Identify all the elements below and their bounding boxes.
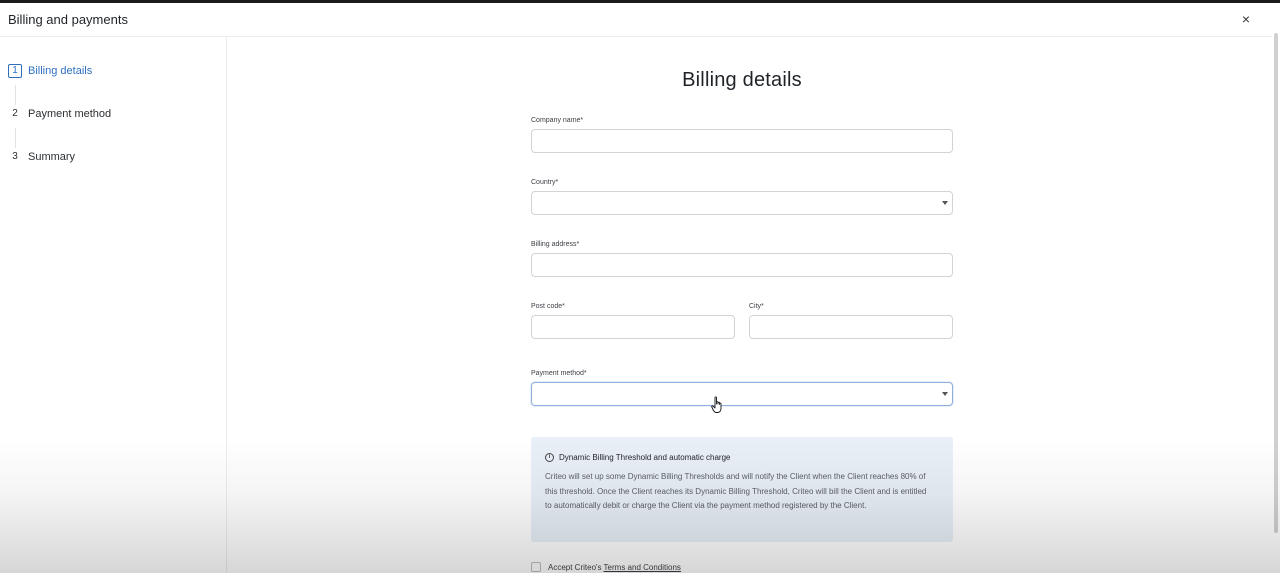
country-select[interactable] (531, 191, 953, 215)
company-name-input[interactable] (531, 129, 953, 153)
dialog-title: Billing and payments (8, 12, 128, 27)
scrollbar-thumb[interactable] (1274, 33, 1278, 533)
scrollbar[interactable] (1272, 3, 1280, 573)
company-name-label: Company name* (531, 117, 584, 124)
step-number: 1 (8, 64, 22, 78)
step-payment-method[interactable]: 2 Payment method (8, 106, 111, 122)
billing-address-input[interactable] (531, 253, 953, 277)
step-label: Billing details (28, 65, 93, 77)
post-code-input[interactable] (531, 315, 735, 339)
info-icon: i (545, 453, 554, 462)
info-title: Dynamic Billing Threshold and automatic … (559, 453, 731, 462)
city-input[interactable] (749, 315, 953, 339)
page-title: Billing details (682, 69, 802, 91)
info-header: i Dynamic Billing Threshold and automati… (545, 453, 731, 462)
close-icon[interactable]: × (1238, 11, 1254, 27)
payment-method-select[interactable] (531, 382, 953, 406)
city-label: City* (749, 303, 764, 310)
chevron-down-icon (942, 201, 948, 205)
terms-checkbox[interactable] (531, 562, 541, 572)
step-label: Summary (28, 151, 76, 163)
step-number: 3 (12, 151, 18, 162)
billing-threshold-info: i Dynamic Billing Threshold and automati… (531, 437, 953, 542)
steps-sidebar: 1 Billing details 2 Payment method 3 Sum… (0, 37, 227, 573)
country-label: Country* (531, 179, 559, 186)
billing-address-label: Billing address* (531, 241, 580, 248)
info-body: Criteo will set up some Dynamic Billing … (545, 472, 927, 510)
dialog-header: Billing and payments × (0, 3, 1272, 37)
step-connector (15, 85, 16, 105)
step-connector (15, 128, 16, 148)
payment-method-select-box[interactable] (531, 382, 953, 406)
step-billing-details[interactable]: 1 Billing details (8, 63, 92, 79)
chevron-down-icon (942, 392, 948, 396)
terms-row: Accept Criteo's Terms and Conditions (531, 562, 681, 572)
step-label: Payment method (28, 108, 112, 120)
step-summary[interactable]: 3 Summary (8, 149, 75, 165)
billing-dialog: Billing and payments × 1 Billing details… (0, 3, 1272, 573)
terms-link[interactable]: Terms and Conditions (604, 563, 681, 572)
step-number: 2 (12, 108, 18, 119)
hand-pointer-icon (711, 396, 722, 413)
payment-method-label: Payment method* (531, 370, 587, 377)
country-select-box[interactable] (531, 191, 953, 215)
billing-form: Billing details Company name* Country* B… (228, 37, 1272, 573)
post-code-label: Post code* (531, 303, 565, 310)
terms-prefix: Accept Criteo's (548, 562, 602, 572)
